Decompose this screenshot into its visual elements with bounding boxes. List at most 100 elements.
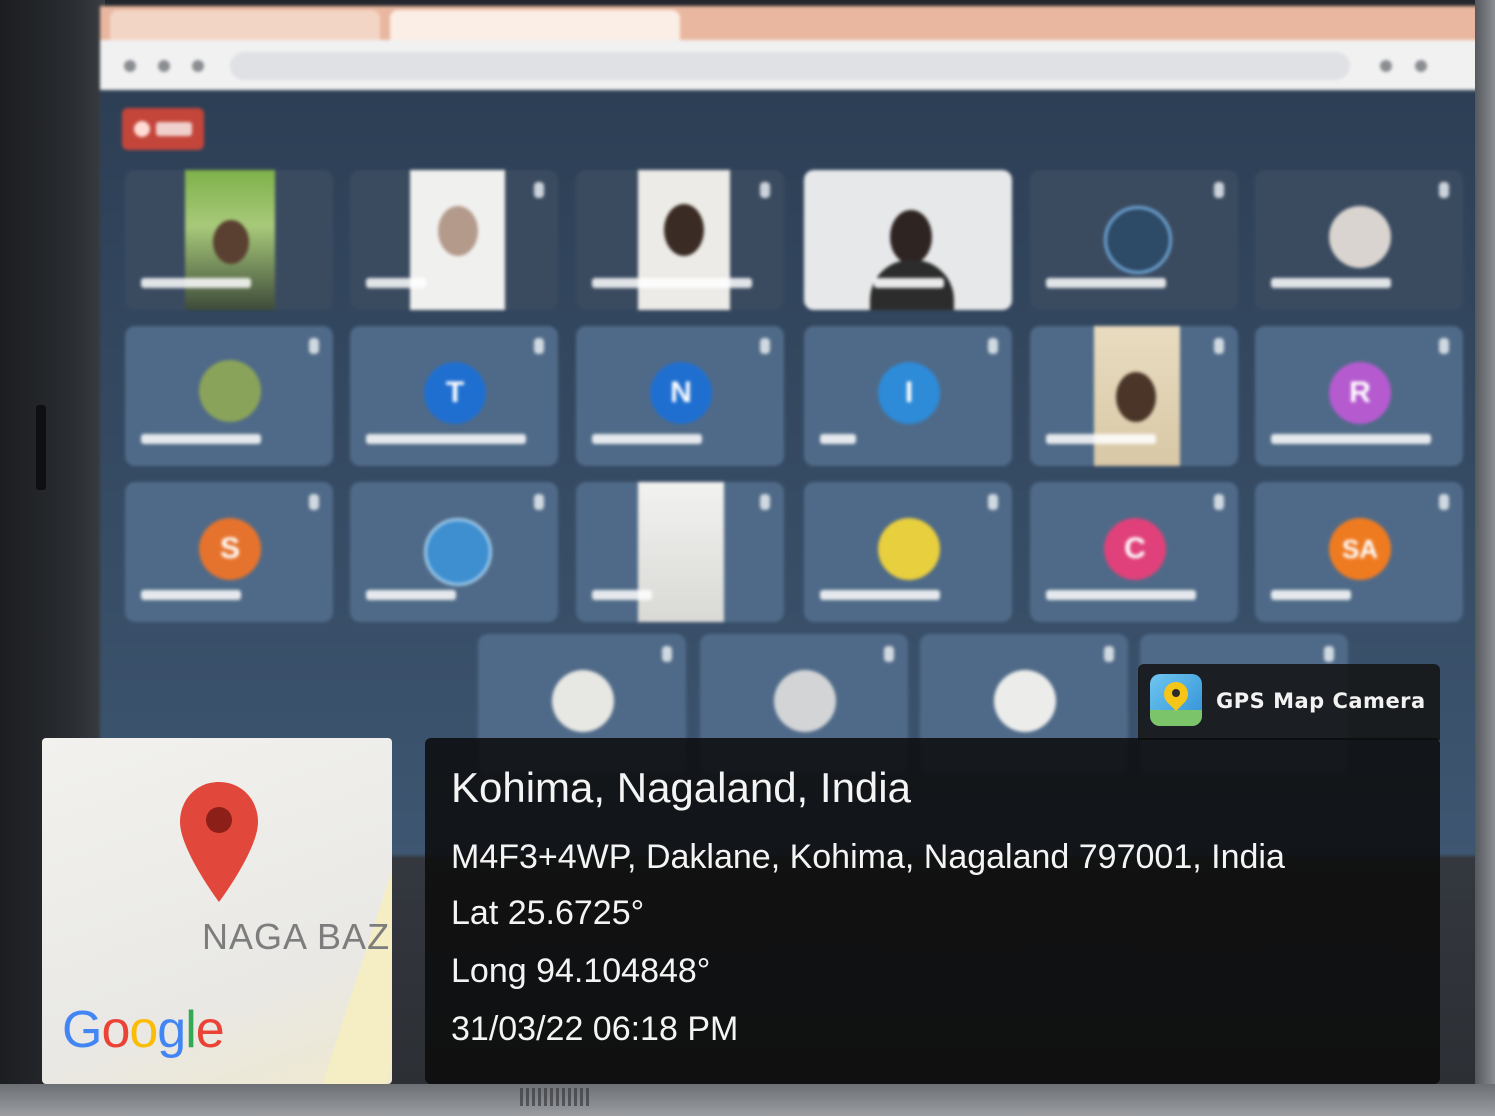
participant-name bbox=[820, 590, 940, 600]
participant-video bbox=[638, 482, 724, 622]
participant-initial-avatar: R bbox=[1329, 362, 1391, 424]
participant-face bbox=[664, 204, 704, 256]
participant-name bbox=[1271, 278, 1391, 288]
participant-initial-avatar: T bbox=[424, 362, 486, 424]
place-title: Kohima, Nagaland, India bbox=[451, 764, 911, 811]
participant-tile[interactable] bbox=[804, 482, 1012, 622]
participant-name bbox=[592, 434, 702, 444]
participant-avatar-photo bbox=[1329, 206, 1391, 268]
participant-face bbox=[213, 220, 249, 264]
map-pin-shape bbox=[180, 782, 258, 902]
forward-icon[interactable] bbox=[158, 60, 170, 72]
participant-name bbox=[592, 590, 652, 600]
participant-name bbox=[874, 278, 944, 288]
mic-muted-icon bbox=[884, 646, 894, 662]
browser-tab-active[interactable] bbox=[390, 10, 680, 40]
google-logo-letter: g bbox=[157, 1001, 186, 1059]
participant-name bbox=[366, 434, 526, 444]
participant-tile[interactable] bbox=[350, 482, 558, 622]
participant-name bbox=[141, 590, 241, 600]
participant-tile[interactable]: R bbox=[1255, 326, 1463, 466]
participant-tile[interactable]: N bbox=[576, 326, 784, 466]
participant-tile[interactable] bbox=[576, 170, 784, 310]
mic-muted-icon bbox=[662, 646, 672, 662]
map-area-label: NAGA BAZ bbox=[202, 916, 391, 957]
participant-tile[interactable] bbox=[125, 326, 333, 466]
participant-tile[interactable]: I bbox=[804, 326, 1012, 466]
participant-tile[interactable]: C bbox=[1030, 482, 1238, 622]
profile-icon[interactable] bbox=[1415, 60, 1427, 72]
participant-name bbox=[141, 434, 261, 444]
participant-face bbox=[890, 210, 932, 264]
url-field[interactable] bbox=[230, 52, 1350, 80]
google-logo: Google bbox=[62, 1000, 225, 1060]
speaker-grille bbox=[520, 1088, 590, 1106]
participant-avatar-photo bbox=[878, 518, 940, 580]
app-icon-pin-dot bbox=[1172, 689, 1180, 697]
participant-name bbox=[1046, 590, 1196, 600]
mic-muted-icon bbox=[760, 338, 770, 354]
participant-tile[interactable]: S bbox=[125, 482, 333, 622]
mic-muted-icon bbox=[1214, 494, 1224, 510]
reload-icon[interactable] bbox=[192, 60, 204, 72]
participant-initial-avatar: SA bbox=[1329, 518, 1391, 580]
participant-name bbox=[1271, 590, 1351, 600]
gps-app-name: GPS Map Camera bbox=[1216, 689, 1426, 713]
participant-tile[interactable] bbox=[1030, 170, 1238, 310]
extension-icon[interactable] bbox=[1380, 60, 1392, 72]
participant-avatar-photo bbox=[774, 670, 836, 732]
participant-tile[interactable]: SA bbox=[1255, 482, 1463, 622]
participant-tile[interactable] bbox=[350, 170, 558, 310]
mic-muted-icon bbox=[988, 338, 998, 354]
participant-tile[interactable] bbox=[576, 482, 784, 622]
mic-muted-icon bbox=[760, 494, 770, 510]
mic-muted-icon bbox=[1214, 338, 1224, 354]
participant-avatar-photo bbox=[552, 670, 614, 732]
participant-initial-avatar: I bbox=[878, 362, 940, 424]
participant-avatar-photo bbox=[199, 360, 261, 422]
participant-name bbox=[1046, 278, 1166, 288]
back-icon[interactable] bbox=[124, 60, 136, 72]
longitude-readout: Long 94.104848° bbox=[451, 952, 711, 990]
participant-tile[interactable] bbox=[804, 170, 1012, 310]
mic-muted-icon bbox=[534, 338, 544, 354]
mic-muted-icon bbox=[1104, 646, 1114, 662]
mic-muted-icon bbox=[1214, 182, 1224, 198]
monitor-slot bbox=[36, 405, 46, 490]
recording-label bbox=[156, 122, 192, 136]
map-road bbox=[310, 855, 392, 1084]
participant-tile[interactable] bbox=[125, 170, 333, 310]
browser-address-bar bbox=[100, 40, 1478, 90]
mic-muted-icon bbox=[1439, 182, 1449, 198]
place-address: M4F3+4WP, Daklane, Kohima, Nagaland 7970… bbox=[451, 838, 1285, 876]
google-logo-letter: o bbox=[129, 1001, 158, 1059]
participant-initial-avatar: N bbox=[650, 362, 712, 424]
google-logo-letter: l bbox=[185, 1001, 197, 1059]
browser-tab[interactable] bbox=[110, 10, 380, 40]
gps-map-camera-app-icon bbox=[1150, 674, 1202, 726]
location-info-overlay: Kohima, Nagaland, India M4F3+4WP, Daklan… bbox=[425, 738, 1440, 1084]
recording-badge bbox=[122, 108, 204, 150]
mic-muted-icon bbox=[534, 182, 544, 198]
participant-name bbox=[141, 278, 251, 288]
participant-tile[interactable]: T bbox=[350, 326, 558, 466]
participant-avatar-photo bbox=[1104, 206, 1172, 274]
participant-tile[interactable] bbox=[1255, 170, 1463, 310]
participant-tile[interactable] bbox=[1030, 326, 1238, 466]
participant-avatar-photo bbox=[424, 518, 492, 586]
monitor-bezel-right bbox=[1475, 0, 1495, 1116]
mic-muted-icon bbox=[760, 182, 770, 198]
mic-muted-icon bbox=[534, 494, 544, 510]
mic-muted-icon bbox=[309, 494, 319, 510]
participant-initial-avatar: C bbox=[1104, 518, 1166, 580]
map-thumbnail: NAGA BAZ Google bbox=[42, 738, 392, 1084]
capture-datetime: 31/03/22 06:18 PM bbox=[451, 1010, 739, 1048]
gps-camera-badge: GPS Map Camera bbox=[1138, 664, 1440, 740]
participant-name bbox=[592, 278, 752, 288]
mic-muted-icon bbox=[988, 494, 998, 510]
participant-face bbox=[1116, 372, 1156, 422]
photo-frame: T N I R S C SA GPS Map Camera NAGA BAZ G… bbox=[0, 0, 1495, 1116]
participant-face bbox=[438, 206, 478, 256]
record-icon bbox=[134, 121, 150, 137]
monitor-bezel-bottom bbox=[0, 1084, 1495, 1116]
